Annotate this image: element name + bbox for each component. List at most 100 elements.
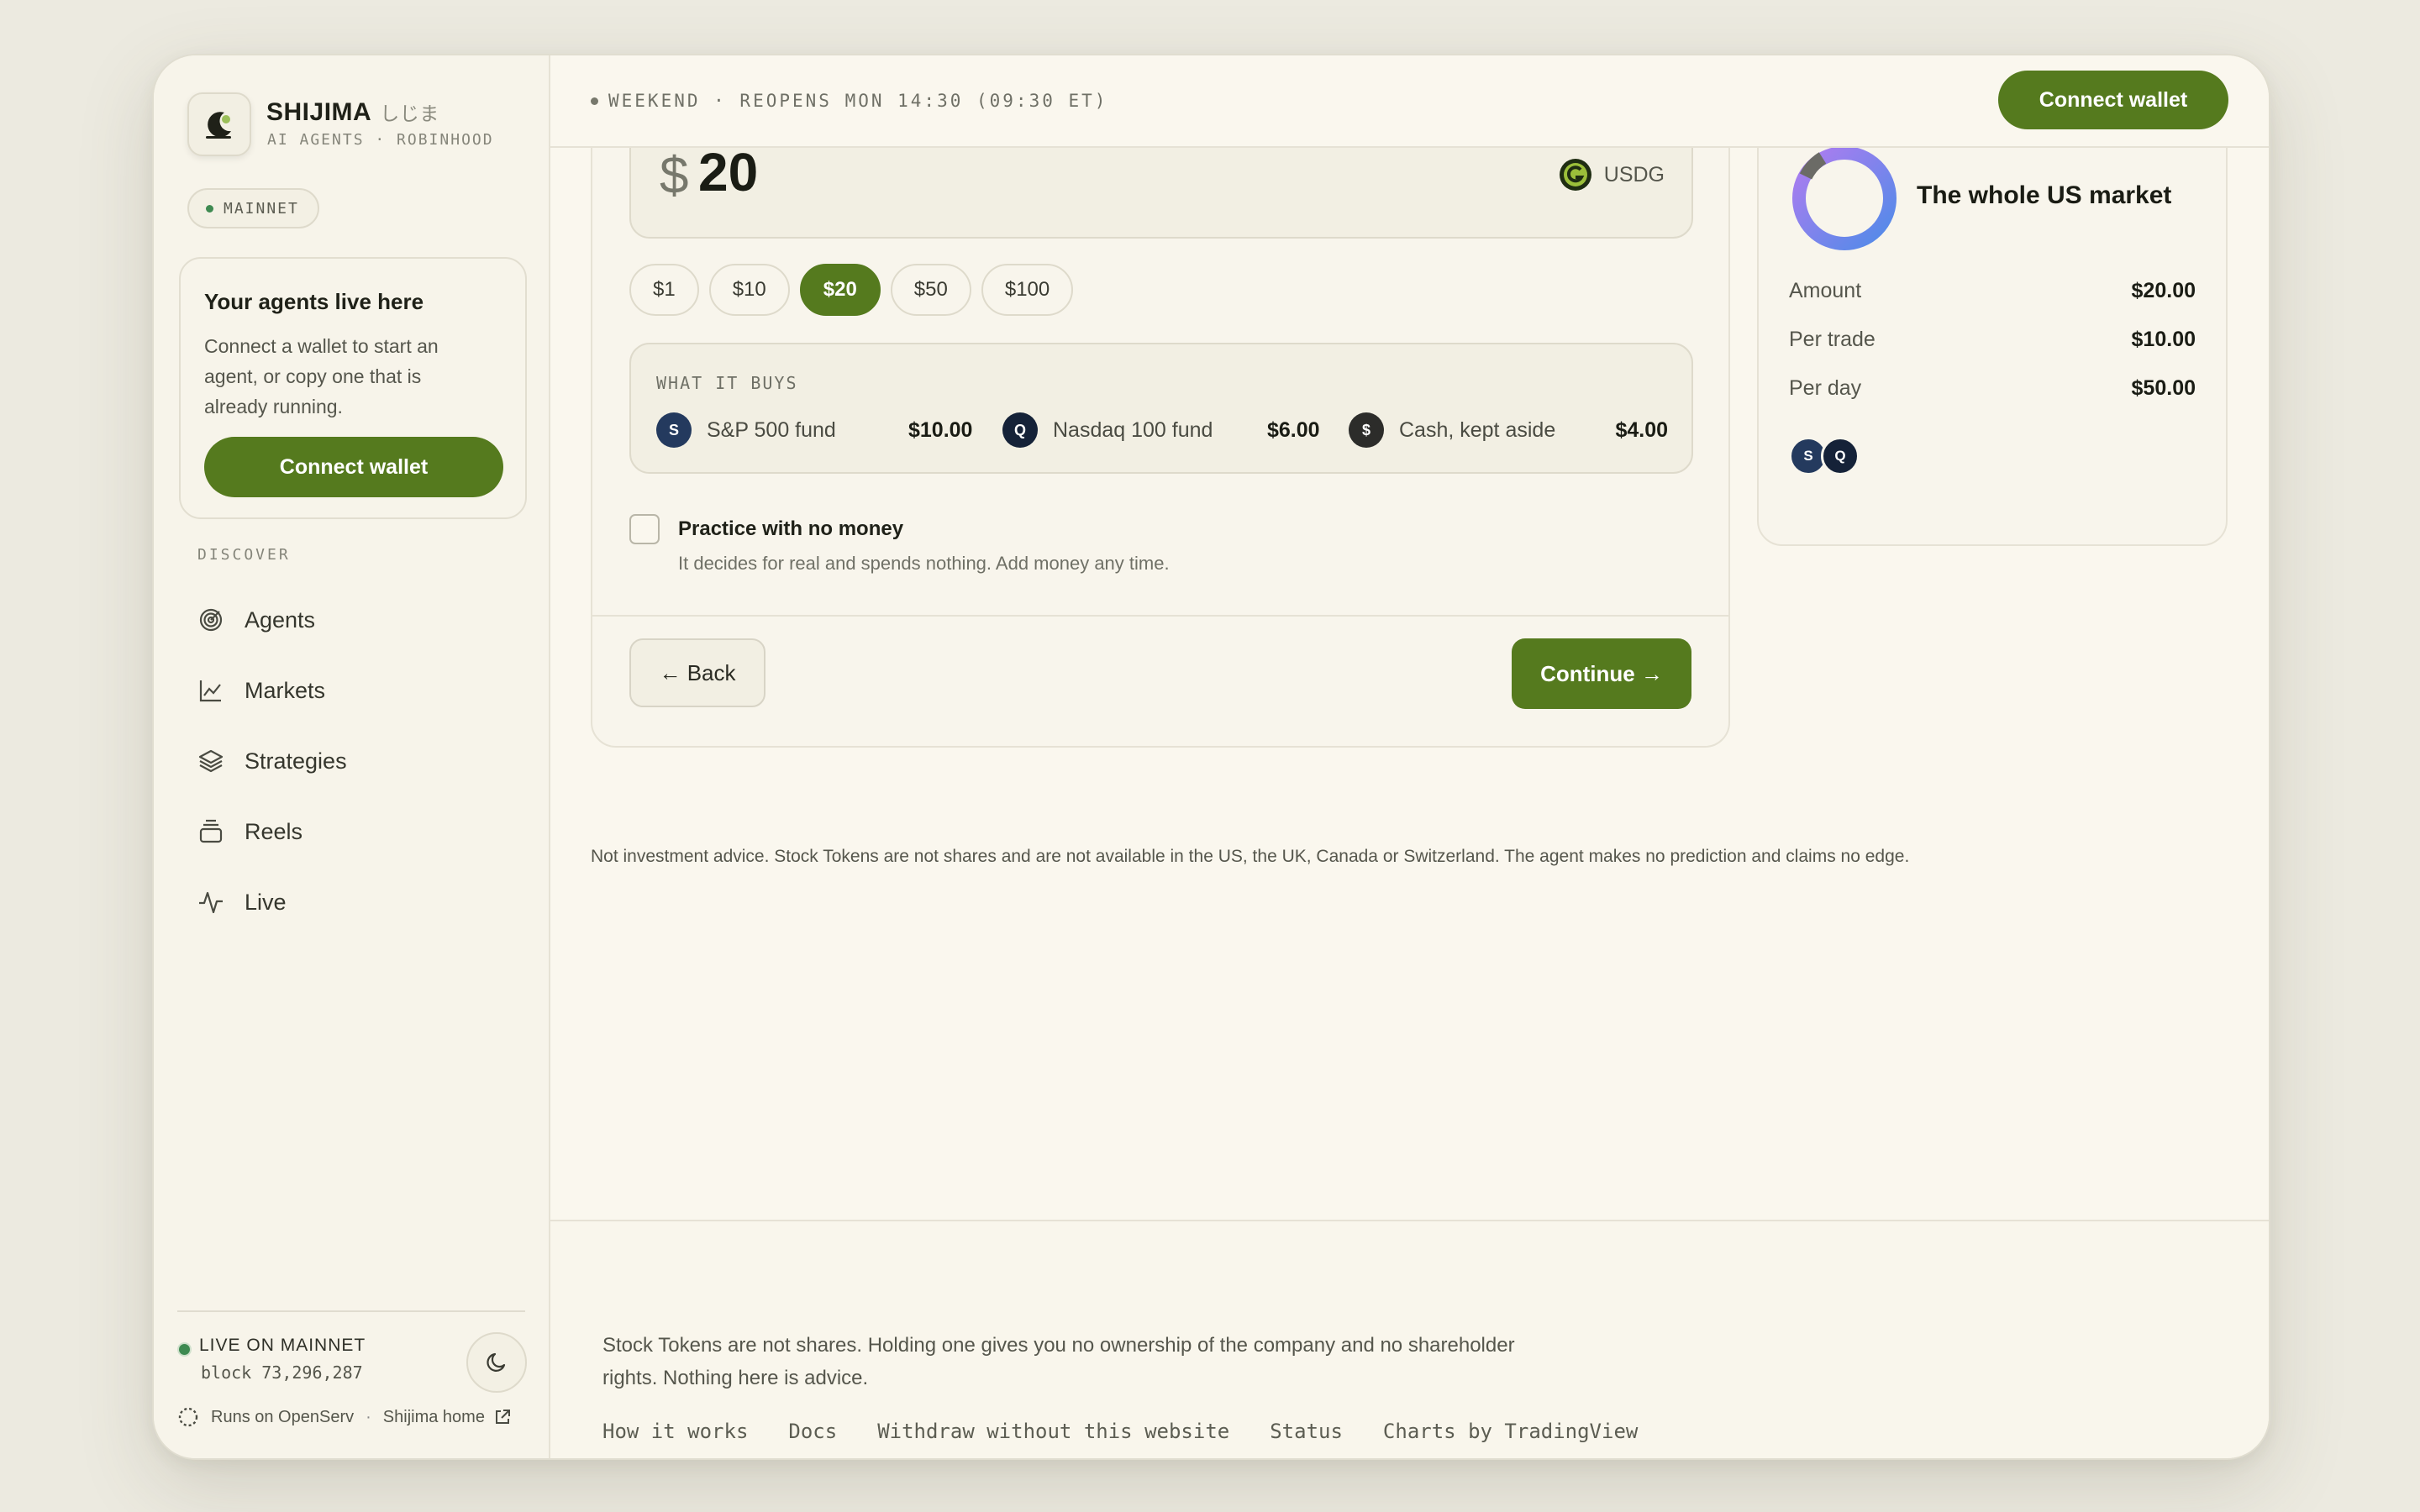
moon-icon xyxy=(487,1352,506,1372)
sidebar-item-label: Strategies xyxy=(245,748,347,774)
stack-icon xyxy=(199,819,223,843)
live-status: LIVE ON MAINNET xyxy=(199,1336,366,1355)
separator-dot: · xyxy=(366,1407,371,1426)
footer-link-withdraw[interactable]: Withdraw without this website xyxy=(877,1420,1229,1443)
practice-title: Practice with no money xyxy=(678,517,904,540)
cash-badge: $ xyxy=(1349,412,1384,448)
top-bar: WEEKEND · REOPENS MON 14:30 (09:30 ET) C… xyxy=(550,55,2269,148)
preset-1-button[interactable]: $1 xyxy=(629,264,699,316)
usdg-token-icon xyxy=(1559,159,1591,191)
agents-card-body: Connect a wallet to start an agent, or c… xyxy=(204,335,439,417)
nasdaq-badge: Q xyxy=(1002,412,1038,448)
sidebar-item-markets[interactable]: Markets xyxy=(197,655,517,726)
layers-icon xyxy=(198,749,224,773)
live-status-dot xyxy=(177,1342,192,1357)
logo[interactable] xyxy=(187,92,251,156)
sp500-badge: S xyxy=(656,412,692,448)
shijima-home-link[interactable]: Shijima home xyxy=(383,1408,485,1427)
sidebar-connect-wallet-button[interactable]: Connect wallet xyxy=(204,437,503,497)
main-content: $ 20 USDG $1 $10 $20 $50 $100 WHAT IT BU… xyxy=(550,113,2269,1458)
continue-button[interactable]: Continue → xyxy=(1512,638,1691,709)
sidebar-nav: Agents Markets Strategies Reels Live xyxy=(197,585,517,937)
what-it-buys-panel: WHAT IT BUYS S S&P 500 fund $10.00 Q Nas… xyxy=(629,343,1693,474)
summary-label: Per day xyxy=(1789,376,1862,400)
allocation-ring-icon xyxy=(1792,146,1897,250)
practice-checkbox[interactable] xyxy=(629,514,660,544)
allocation-amount: $4.00 xyxy=(1615,418,1668,442)
what-it-buys-label: WHAT IT BUYS xyxy=(656,373,798,393)
footer-note: Stock Tokens are not shares. Holding one… xyxy=(602,1334,1515,1389)
page-footer: Stock Tokens are not shares. Holding one… xyxy=(550,1220,2269,1458)
footer-link-tradingview[interactable]: Charts by TradingView xyxy=(1383,1420,1638,1443)
summary-value: $20.00 xyxy=(2131,279,2196,302)
summary-holdings: S Q xyxy=(1789,437,1860,475)
summary-label: Amount xyxy=(1789,279,1862,302)
currency-symbol: $ xyxy=(660,147,689,205)
preset-100-button[interactable]: $100 xyxy=(981,264,1074,316)
strategy-summary-card: The whole US market Amount $20.00 Per tr… xyxy=(1757,113,2228,546)
sidebar-item-reels[interactable]: Reels xyxy=(197,796,517,867)
practice-subtitle: It decides for real and spends nothing. … xyxy=(678,553,1170,574)
allocation-row: S S&P 500 fund $10.00 Q Nasdaq 100 fund … xyxy=(656,412,1668,449)
summary-row-per-trade: Per trade $10.00 xyxy=(1789,328,2196,352)
setup-card: $ 20 USDG $1 $10 $20 $50 $100 WHAT IT BU… xyxy=(591,113,1730,748)
nasdaq-badge: Q xyxy=(1821,437,1860,475)
network-chip[interactable]: MAINNET xyxy=(187,188,319,228)
amount-presets: $1 $10 $20 $50 $100 xyxy=(629,264,1074,316)
token-label: USDG xyxy=(1559,158,1665,192)
market-status: WEEKEND · REOPENS MON 14:30 (09:30 ET) xyxy=(591,91,1107,111)
summary-value: $50.00 xyxy=(2131,376,2196,400)
summary-row-per-day: Per day $50.00 xyxy=(1789,376,2196,401)
allocation-amount: $10.00 xyxy=(908,418,973,442)
agents-card: Your agents live here Connect a wallet t… xyxy=(179,257,527,519)
summary-value: $10.00 xyxy=(2131,328,2196,351)
market-status-dot xyxy=(591,97,598,105)
sidebar-item-label: Agents xyxy=(245,606,316,633)
sidebar-item-live[interactable]: Live xyxy=(197,867,517,937)
allocation-name: Cash, kept aside xyxy=(1399,417,1556,442)
sidebar-item-label: Live xyxy=(245,889,287,915)
connect-wallet-button[interactable]: Connect wallet xyxy=(1998,71,2228,129)
preset-20-button[interactable]: $20 xyxy=(799,264,881,316)
allocation-name: S&P 500 fund xyxy=(707,417,836,442)
divider xyxy=(592,615,1728,617)
theme-toggle-button[interactable] xyxy=(466,1332,527,1393)
agents-card-title: Your agents live here xyxy=(204,289,424,314)
footer-link-status[interactable]: Status xyxy=(1270,1420,1343,1443)
runs-on-text: Runs on OpenServ xyxy=(211,1407,355,1426)
allocation-cash: $ Cash, kept aside xyxy=(1349,412,1555,449)
footer-links: How it works Docs Withdraw without this … xyxy=(602,1420,1638,1443)
openserv-icon xyxy=(178,1407,198,1427)
amount-value: 20 xyxy=(698,142,759,202)
market-status-text: WEEKEND · REOPENS MON 14:30 (09:30 ET) xyxy=(608,91,1108,111)
allocation-amount: $6.00 xyxy=(1267,418,1320,442)
sidebar-item-strategies[interactable]: Strategies xyxy=(197,726,517,796)
summary-row-amount: Amount $20.00 xyxy=(1789,279,2196,303)
sidebar: SHIJIMA しじま AI AGENTS · ROBINHOOD MAINNET… xyxy=(154,55,550,1458)
network-label: MAINNET xyxy=(224,199,299,218)
allocation-nasdaq: Q Nasdaq 100 fund xyxy=(1002,412,1213,449)
sidebar-footer: LIVE ON MAINNET block 73,296,287 Runs on… xyxy=(177,1310,527,1427)
footer-link-how-it-works[interactable]: How it works xyxy=(602,1420,748,1443)
preset-10-button[interactable]: $10 xyxy=(708,264,790,316)
app-window: SHIJIMA しじま AI AGENTS · ROBINHOOD MAINNET… xyxy=(152,54,2270,1460)
line-chart-icon xyxy=(199,680,221,702)
block-height: block 73,296,287 xyxy=(201,1362,363,1383)
disclaimer: Not investment advice. Stock Tokens are … xyxy=(591,847,1910,866)
pulse-icon xyxy=(199,891,223,914)
moon-logo-icon xyxy=(206,112,231,139)
summary-label: Per trade xyxy=(1789,328,1876,351)
radar-icon xyxy=(199,608,223,632)
network-dot xyxy=(206,204,213,213)
allocation-sp500: S S&P 500 fund xyxy=(656,412,836,449)
token-name: USDG xyxy=(1603,162,1665,186)
summary-title: The whole US market xyxy=(1917,181,2172,209)
footer-link-docs[interactable]: Docs xyxy=(788,1420,837,1443)
preset-50-button[interactable]: $50 xyxy=(890,264,971,316)
allocation-name: Nasdaq 100 fund xyxy=(1053,417,1213,442)
external-link-icon xyxy=(495,1410,510,1424)
sidebar-item-agents[interactable]: Agents xyxy=(197,585,517,655)
back-button[interactable]: ← Back xyxy=(629,638,765,707)
brand-jp: しじま xyxy=(380,102,439,124)
sidebar-item-label: Reels xyxy=(245,818,303,844)
